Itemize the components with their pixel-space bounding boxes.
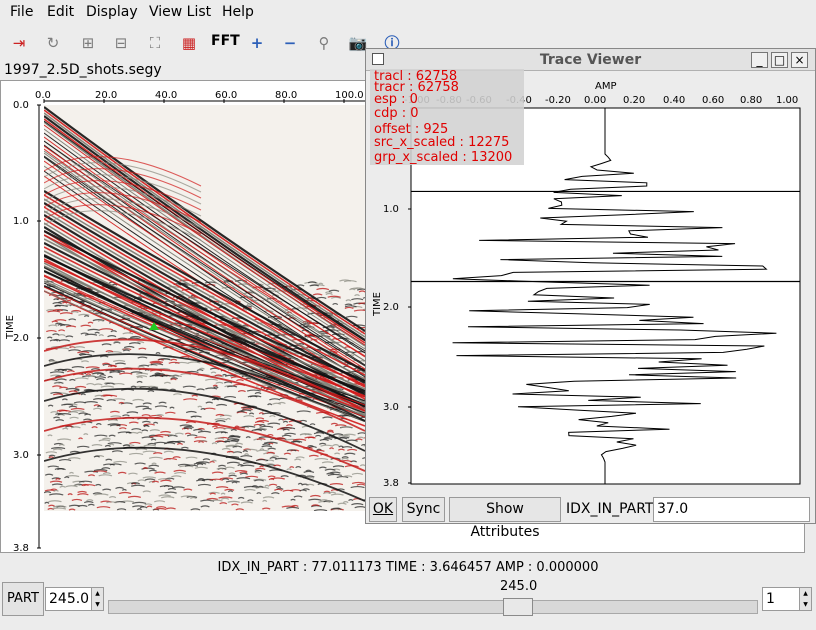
y-tick-label: 1.0 (13, 216, 29, 227)
minimize-icon[interactable]: _ (751, 52, 768, 68)
menu-bar: File Edit Display View List Help (0, 0, 816, 26)
y-tick-label: 2.0 (383, 302, 399, 313)
fit-icon[interactable]: ⛶ (144, 32, 166, 54)
x-tick-label: -0.20 (545, 95, 571, 106)
idx-in-part-label: IDX_IN_PART (566, 501, 654, 517)
y-tick-label: 3.0 (13, 450, 29, 461)
ok-button[interactable]: OK (369, 497, 397, 522)
zoom-box-icon[interactable]: ⊞ (77, 32, 99, 54)
menu-edit[interactable]: Edit (47, 4, 74, 20)
slider-value: 245.0 (500, 579, 538, 594)
fft-button[interactable]: FFT (211, 33, 240, 49)
zoom-out-icon[interactable]: − (279, 32, 301, 54)
step-spin-buttons[interactable]: ▲ ▼ (799, 587, 812, 611)
sync-button[interactable]: Sync (402, 497, 445, 522)
attr-esp: esp : 0 (374, 92, 418, 107)
magnifier-icon[interactable]: ⚲ (313, 32, 335, 54)
dialog-titlebar[interactable]: Trace Viewer _ □ × (366, 49, 815, 71)
attributes-overlay: tracl : 62758 tracr : 62758 esp : 0 cdp … (370, 69, 524, 165)
attr-cdp: cdp : 0 (374, 106, 419, 121)
exit-icon[interactable]: ⇥ (8, 32, 30, 54)
x-tick-label: 0.00 (584, 95, 606, 106)
y-tick-label: 1.0 (383, 204, 399, 215)
x-tick-label: 0.0 (35, 90, 51, 101)
x-tick-label: 0.60 (702, 95, 724, 106)
step-spinbox[interactable]: 1 (762, 587, 800, 611)
zoom-in-icon[interactable]: + (246, 32, 268, 54)
x-tick-label: 80.0 (275, 90, 297, 101)
x-tick-label: 100.0 (335, 90, 364, 101)
attr-src-x-scaled: src_x_scaled : 12275 (374, 135, 510, 150)
x-tick-label: 40.0 (155, 90, 177, 101)
file-title: 1997_2.5D_shots.segy (4, 62, 162, 78)
zoom-out-box-icon[interactable]: ⊟ (110, 32, 132, 54)
y-tick-label: 0.0 (13, 100, 29, 111)
idx-in-part-input[interactable]: 37.0 (653, 497, 810, 522)
dialog-button-row: OK Sync Show Attributes IDX_IN_PART 37.0 (366, 496, 815, 540)
part-spinbox[interactable]: 245.0 (45, 587, 92, 611)
y-tick-label: 3.0 (383, 402, 399, 413)
part-spin-buttons[interactable]: ▲ ▼ (91, 587, 104, 611)
y-axis-title: TIME (372, 292, 383, 317)
part-slider-handle[interactable] (503, 598, 533, 616)
seismic-section (44, 105, 365, 511)
x-tick-label: 20.0 (95, 90, 117, 101)
part-label: PART (2, 582, 44, 616)
maximize-icon[interactable]: □ (771, 52, 788, 68)
menu-display[interactable]: Display (86, 4, 138, 20)
show-attributes-button[interactable]: Show Attributes (449, 497, 561, 540)
x-tick-label: 0.40 (663, 95, 685, 106)
menu-help[interactable]: Help (222, 4, 254, 20)
x-axis-title: AMP (595, 81, 617, 92)
palette-icon[interactable]: ▦ (178, 32, 200, 54)
dialog-title: Trace Viewer (539, 52, 642, 68)
menu-view-list[interactable]: View List (149, 4, 211, 20)
close-icon[interactable]: × (791, 52, 808, 68)
menu-file[interactable]: File (10, 4, 33, 20)
y-tick-label: 3.8 (13, 543, 29, 552)
x-tick-label: 0.80 (740, 95, 762, 106)
x-tick-label: 60.0 (215, 90, 237, 101)
refresh-icon[interactable]: ↻ (42, 32, 64, 54)
y-tick-label: 2.0 (13, 333, 29, 344)
part-slider[interactable] (108, 600, 758, 614)
y-tick-label: 3.8 (383, 478, 399, 489)
attr-grp-x-scaled: grp_x_scaled : 13200 (374, 150, 513, 165)
status-bar: IDX_IN_PART : 77.011173 TIME : 3.646457 … (217, 560, 599, 575)
trace-viewer-dialog: Trace Viewer _ □ × AMP-1.00-0.80-0.60-0.… (365, 48, 816, 540)
x-tick-label: 1.00 (776, 95, 798, 106)
x-tick-label: 0.20 (623, 95, 645, 106)
